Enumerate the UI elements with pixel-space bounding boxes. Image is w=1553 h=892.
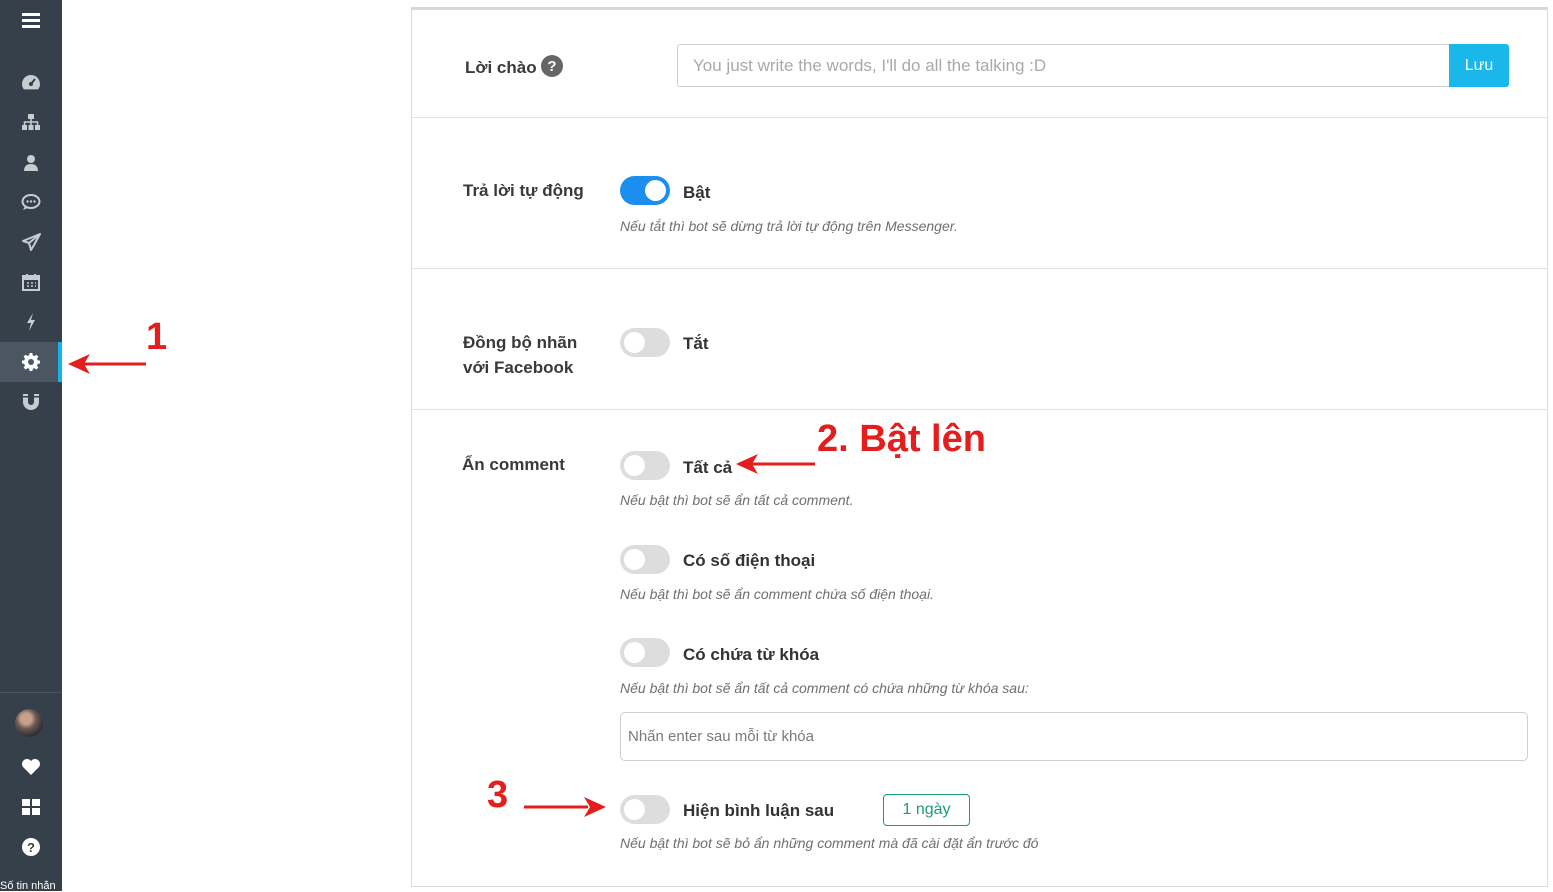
annotation-step-2: 2. Bật lên — [817, 418, 986, 460]
annotation-step-1: 1 — [146, 316, 168, 358]
annotation-arrows — [68, 354, 815, 817]
annotation-step-3: 3 — [487, 774, 509, 816]
